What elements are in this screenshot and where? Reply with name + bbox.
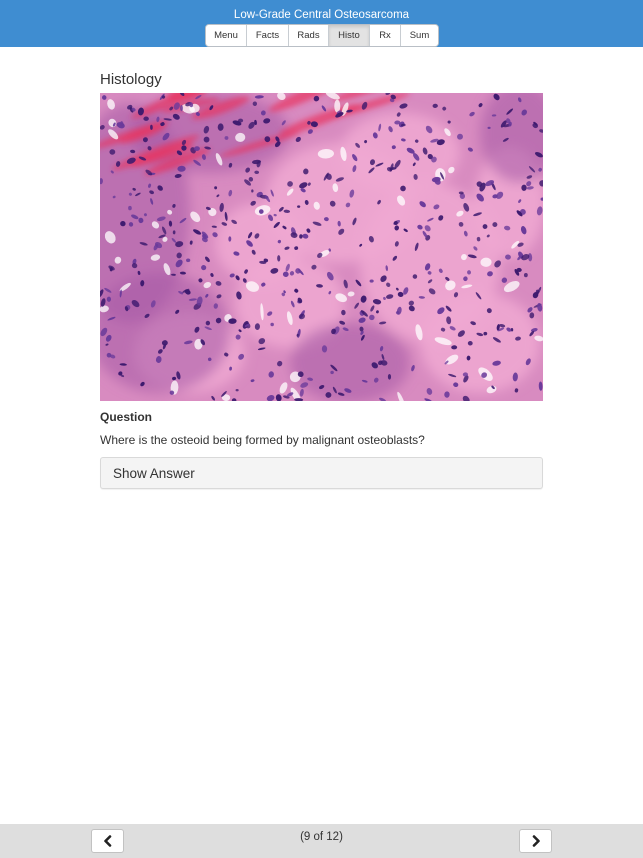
tab-menu[interactable]: Menu bbox=[206, 25, 247, 46]
show-answer-button[interactable]: Show Answer bbox=[100, 457, 543, 489]
tab-histo[interactable]: Histo bbox=[329, 25, 370, 46]
page-title: Low-Grade Central Osteosarcoma bbox=[233, 9, 410, 21]
chevron-right-icon bbox=[532, 835, 540, 847]
histology-image bbox=[100, 93, 543, 401]
tab-rx[interactable]: Rx bbox=[370, 25, 401, 46]
section-title: Histology bbox=[100, 71, 162, 88]
question-label: Question bbox=[100, 410, 153, 424]
header-bar: Low-Grade Central Osteosarcoma Menu Fact… bbox=[0, 0, 643, 47]
tab-sum[interactable]: Sum bbox=[401, 25, 438, 46]
page: Low-Grade Central Osteosarcoma Menu Fact… bbox=[0, 0, 643, 858]
tab-rads[interactable]: Rads bbox=[289, 25, 329, 46]
next-button[interactable] bbox=[519, 829, 552, 853]
section-tabs: Menu Facts Rads Histo Rx Sum bbox=[205, 24, 439, 47]
tab-facts[interactable]: Facts bbox=[247, 25, 289, 46]
question-text: Where is the osteoid being formed by mal… bbox=[100, 433, 425, 447]
footer-bar: (9 of 12) bbox=[0, 824, 643, 858]
